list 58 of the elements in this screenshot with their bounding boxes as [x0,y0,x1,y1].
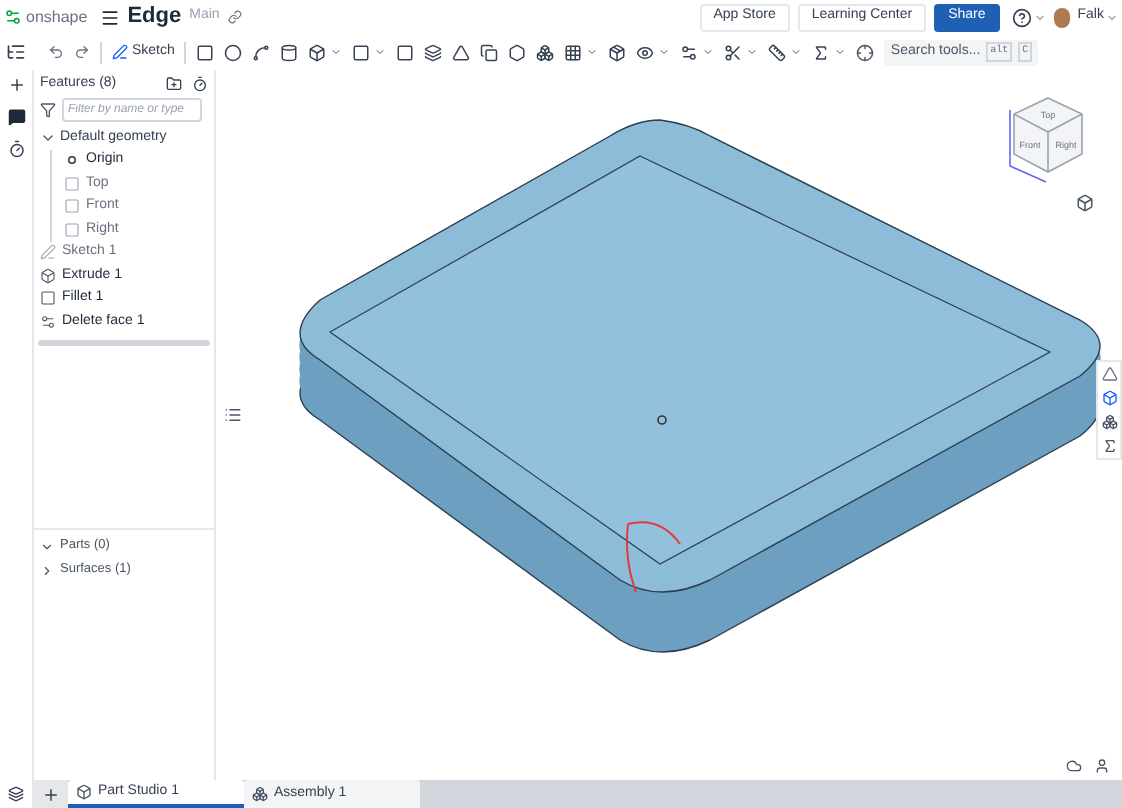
timer-icon[interactable] [7,140,25,158]
sigma-icon[interactable] [812,43,831,61]
box-icon [76,784,92,800]
user-icon[interactable] [1094,758,1110,774]
crosshair-icon[interactable] [856,43,875,61]
scrollbar[interactable] [38,339,210,345]
redo-icon[interactable] [74,44,90,60]
pencil-icon [40,244,56,261]
cube-icon[interactable] [1076,194,1094,212]
sigma-icon[interactable] [1101,438,1117,454]
hexagon-icon[interactable] [508,43,527,61]
filter-icon[interactable] [40,102,56,118]
plus-icon [41,785,59,803]
settings-icon[interactable] [680,43,699,61]
square-icon[interactable] [396,43,415,61]
triangle-icon[interactable] [1101,366,1117,382]
box-icon[interactable] [1101,390,1117,406]
layers-icon[interactable] [424,43,443,61]
feature-list-icon[interactable] [6,42,26,62]
cloud-icon[interactable] [1066,758,1082,774]
boxes-icon[interactable] [536,43,555,61]
square-icon[interactable] [352,43,371,61]
undo-icon[interactable] [48,44,64,60]
add-icon[interactable] [7,76,25,94]
chevron-right-icon [40,563,54,577]
boxes-icon [252,786,268,802]
copy-icon[interactable] [480,43,499,61]
box-icon[interactable] [308,43,327,61]
logo-icon [4,8,22,26]
folder-icon[interactable] [166,76,182,92]
list-icon[interactable] [224,406,242,424]
comment-icon[interactable] [7,108,25,126]
layers-icon[interactable] [8,786,24,802]
cylinder-icon[interactable] [280,43,299,61]
curve-icon[interactable] [252,43,271,61]
box-icon [40,267,56,284]
expand-toggle[interactable] [40,563,54,577]
eye-icon[interactable] [636,43,655,61]
link-icon[interactable] [227,10,242,24]
help-icon[interactable] [1011,7,1032,27]
add-tab-button[interactable] [32,780,68,808]
pencil-icon [112,44,128,60]
logo-text[interactable]: onshape [26,5,88,29]
boxes-icon[interactable] [1101,414,1117,430]
expand-toggle[interactable] [40,539,54,553]
triangle-icon[interactable] [452,43,471,61]
ruler-icon[interactable] [768,43,787,61]
avatar[interactable] [1053,7,1070,27]
scissors-icon[interactable] [724,43,743,61]
circle-icon[interactable] [224,43,243,61]
square-icon [40,290,56,307]
grid-icon[interactable] [564,43,583,61]
document-title[interactable]: Edge [127,0,182,34]
timer-icon[interactable] [192,76,208,92]
menu-icon[interactable] [99,7,120,27]
package-icon[interactable] [608,43,627,61]
chevron-down-icon [40,539,54,553]
square-icon[interactable] [196,43,215,61]
